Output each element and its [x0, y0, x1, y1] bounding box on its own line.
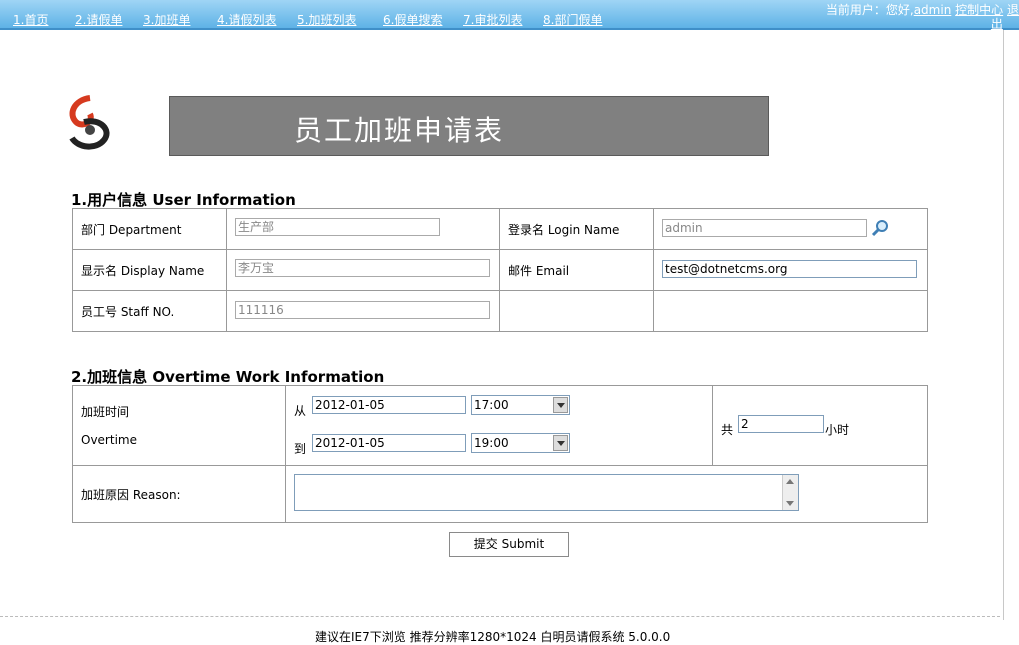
from-label: 从 [294, 404, 307, 418]
search-icon[interactable] [871, 219, 889, 237]
staff-no-label: 员工号 Staff NO. [72, 290, 227, 332]
form-title-banner: 员工加班申请表 [169, 96, 769, 156]
nav-leave-list[interactable]: 4.请假列表 [217, 11, 276, 28]
total-hours-field[interactable]: 2 [738, 415, 824, 433]
from-time-value: 17:00 [474, 398, 509, 412]
to-time-value: 19:00 [474, 436, 509, 450]
page-right-border [1003, 30, 1004, 620]
login-name-label: 登录名 Login Name [499, 208, 654, 250]
staff-no-field[interactable]: 111116 [235, 301, 490, 319]
nav-overtime-list[interactable]: 5.加班列表 [297, 11, 356, 28]
nav-leave-search[interactable]: 6.假单搜索 [383, 11, 442, 28]
section-overtime-title: 2.加班信息 Overtime Work Information [71, 368, 385, 386]
scroll-up-icon[interactable] [786, 479, 794, 484]
overtime-time-label-en: Overtime [81, 433, 137, 447]
dropdown-arrow-icon[interactable] [553, 397, 568, 413]
display-name-field[interactable]: 李万宝 [235, 259, 490, 277]
control-center-link[interactable]: 控制中心 [955, 3, 1003, 17]
nav-approval-list[interactable]: 7.审批列表 [463, 11, 522, 28]
empty-cell [653, 290, 928, 332]
to-label: 到 [294, 442, 307, 456]
textarea-scrollbar[interactable] [782, 475, 798, 510]
overtime-time-label-cell [72, 385, 286, 466]
submit-button[interactable]: 提交 Submit [449, 532, 569, 557]
scroll-down-icon[interactable] [786, 501, 794, 506]
total-prefix-label: 共 [721, 423, 734, 437]
top-nav-bar: 1.首页 2.请假单 3.加班单 4.请假列表 5.加班列表 6.假单搜索 7.… [0, 0, 1019, 31]
overtime-reason-label: 加班原因 Reason: [72, 465, 286, 523]
footer-text: 建议在IE7下浏览 推荐分辨率1280*1024 白明员请假系统 5.0.0.0 [315, 630, 671, 644]
overtime-time-label: 加班时间 [81, 405, 130, 419]
user-name-link[interactable]: admin [914, 3, 952, 17]
to-time-select[interactable]: 19:00 [471, 433, 570, 453]
company-logo-icon [69, 95, 110, 150]
department-label: 部门 Department [72, 208, 227, 250]
nav-dept-leave[interactable]: 8.部门假单 [543, 11, 602, 28]
empty-cell [499, 290, 654, 332]
user-greeting: 当前用户：您好, [825, 3, 914, 17]
dropdown-arrow-icon[interactable] [553, 435, 568, 451]
footer-divider [0, 616, 1000, 617]
nav-leave-form[interactable]: 2.请假单 [75, 11, 122, 28]
login-name-field[interactable]: admin [662, 219, 867, 237]
to-date-field[interactable]: 2012-01-05 [312, 434, 466, 452]
from-date-field[interactable]: 2012-01-05 [312, 396, 466, 414]
from-time-select[interactable]: 17:00 [471, 395, 570, 415]
hours-unit-label: 小时 [825, 423, 850, 437]
email-label: 邮件 Email [499, 249, 654, 291]
current-user-box: 当前用户：您好,admin 控制中心 退 出 [826, 3, 1019, 31]
email-field[interactable]: test@dotnetcms.org [662, 260, 917, 278]
form-title: 员工加班申请表 [293, 114, 504, 147]
nav-home[interactable]: 1.首页 [13, 11, 48, 28]
logout-link-wrap[interactable]: 出 [991, 17, 1003, 31]
logout-link[interactable]: 退 [1007, 3, 1019, 17]
nav-overtime-form[interactable]: 3.加班单 [143, 11, 190, 28]
section-user-info-title: 1.用户信息 User Information [71, 191, 296, 209]
department-field[interactable]: 生产部 [235, 218, 440, 236]
display-name-label: 显示名 Display Name [72, 249, 227, 291]
reason-textarea[interactable] [294, 474, 799, 511]
